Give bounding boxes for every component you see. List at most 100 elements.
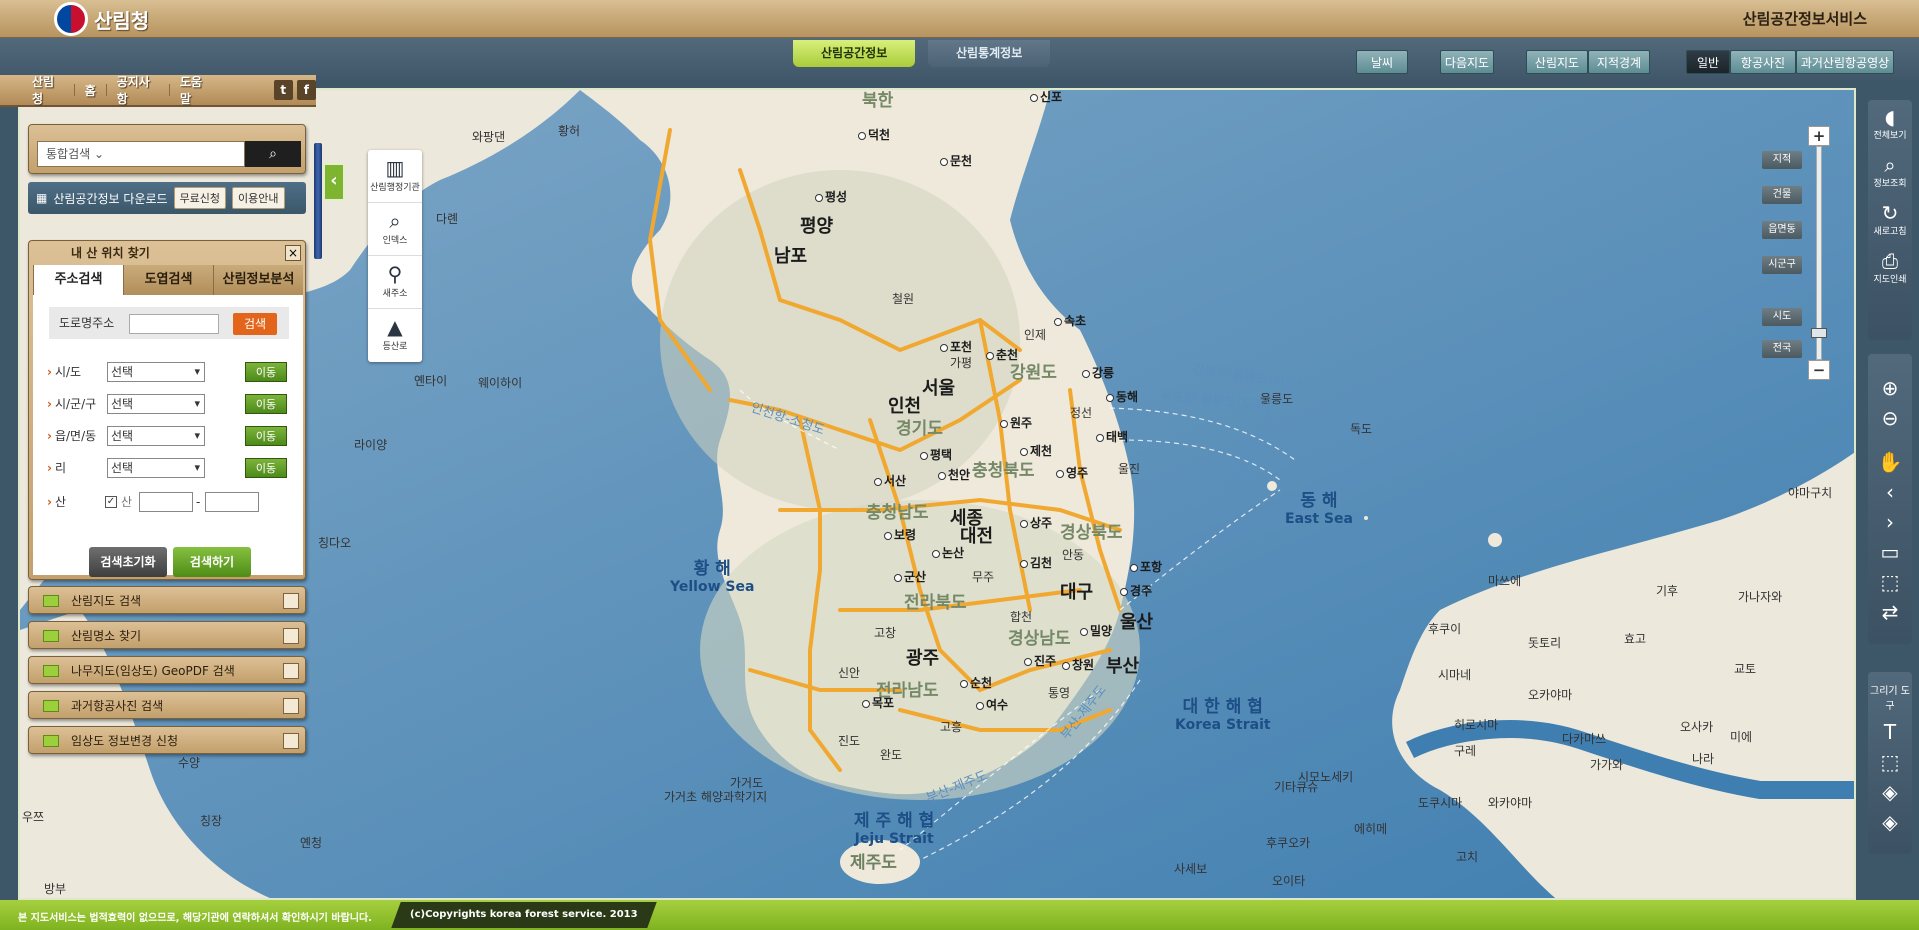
map-label-city: 진주 <box>1024 652 1056 669</box>
zoom-handle[interactable] <box>1811 328 1827 338</box>
measure-distance-button[interactable]: ▭ <box>1868 536 1912 566</box>
accordion-past-aerial[interactable]: 과거항공사진 검색 <box>28 691 306 719</box>
eupmyeondong-select[interactable]: 선택 <box>107 426 205 446</box>
zoom-out-button[interactable]: − <box>1808 360 1830 380</box>
close-icon[interactable]: × <box>285 245 301 261</box>
tab-forest-statistics[interactable]: 산림통계정보 <box>928 40 1051 67</box>
map-label-foreign: 옌타이 <box>414 374 448 388</box>
text-box-tool[interactable]: ⬚ <box>1868 746 1912 776</box>
menu-help[interactable]: 도움말 <box>174 73 218 107</box>
map-label-city: 신안 <box>838 666 861 680</box>
zoom-level-cadastral[interactable]: 지적 <box>1762 151 1802 169</box>
trail-tool[interactable]: ▲ 등산로 <box>368 309 422 362</box>
zoom-level-eupmyeondong[interactable]: 읍면동 <box>1762 221 1802 239</box>
accordion-change-request[interactable]: 임상도 정보변경 신청 <box>28 726 306 754</box>
road-address-input[interactable] <box>129 314 219 334</box>
menu-notice[interactable]: 공지사항 <box>111 73 165 107</box>
layer-edit-tool[interactable]: ◈ <box>1868 806 1912 836</box>
new-address-tool[interactable]: ⚲ 새주소 <box>368 256 422 309</box>
ri-select[interactable]: 선택 <box>107 458 205 478</box>
menu-forest-service[interactable]: 산림청 <box>26 73 70 107</box>
zoom-level-sido[interactable]: 시도 <box>1762 308 1802 326</box>
text-tool[interactable]: T <box>1868 716 1912 746</box>
normal-map-button[interactable]: 일반 <box>1686 50 1730 74</box>
expand-toggle[interactable] <box>283 593 299 609</box>
zoom-out-icon: ⊖ <box>1881 406 1899 430</box>
zoom-level-nation[interactable]: 전국 <box>1762 340 1802 358</box>
zoom-in-button[interactable]: + <box>1808 126 1830 146</box>
tab-forest-analysis[interactable]: 산림정보분석 <box>213 265 303 295</box>
sido-go-button[interactable]: 이동 <box>245 362 287 382</box>
full-view-button[interactable]: ◖ 전체보기 <box>1868 100 1912 148</box>
accordion-forest-map-search[interactable]: 산림지도 검색 <box>28 586 306 614</box>
san-checkbox[interactable]: ✓ <box>105 496 117 508</box>
tab-forest-spatial-info[interactable]: 산림공간정보 <box>793 40 916 67</box>
search-input[interactable]: 통합검색 ⌄ <box>37 141 245 167</box>
measure-area-button[interactable]: ⬚ <box>1868 566 1912 596</box>
zoom-level-building[interactable]: 건물 <box>1762 186 1802 204</box>
cadastral-button[interactable]: 지적경계 <box>1588 50 1650 74</box>
map-label-foreign: 와팡댄 <box>472 130 506 144</box>
sigungu-select[interactable]: 선택 <box>107 394 205 414</box>
expand-toggle[interactable] <box>283 663 299 679</box>
sido-select[interactable]: 선택 <box>107 362 205 382</box>
eupmyeondong-row: 읍/면/동 선택 이동 <box>47 425 297 447</box>
hand-icon: ✋ <box>1877 450 1903 474</box>
taegeuk-icon <box>54 2 88 36</box>
eupmyeondong-go-button[interactable]: 이동 <box>245 426 287 446</box>
print-map-button[interactable]: ⎙ 지도인쇄 <box>1868 244 1912 292</box>
tab-sheet-search[interactable]: 도엽검색 <box>123 265 213 295</box>
search-button[interactable]: ⌕ <box>245 141 301 167</box>
top-wood-menu: 산림청 홈 공지사항 도움말 t f <box>0 75 316 107</box>
reset-button[interactable]: 검색초기화 <box>89 547 167 577</box>
index-tool[interactable]: ⌕ 인덱스 <box>368 203 422 256</box>
info-query-button[interactable]: ⌕ 정보조회 <box>1868 148 1912 196</box>
next-view-button[interactable]: › <box>1868 506 1912 536</box>
usage-guide-button[interactable]: 이용안내 <box>232 187 285 209</box>
menu-home[interactable]: 홈 <box>79 82 102 99</box>
zoom-out-tool[interactable]: ⊖ <box>1868 402 1912 432</box>
tool-label: 등산로 <box>382 342 408 352</box>
map-label-foreign: 우쯔 <box>22 810 45 824</box>
forest-office-tool[interactable]: ▥ 산림행정기관 <box>368 150 422 203</box>
map-label-foreign: 히로시마 <box>1454 718 1499 732</box>
twitter-icon[interactable]: t <box>273 80 293 100</box>
expand-toggle[interactable] <box>283 628 299 644</box>
map-label-city: 부산 <box>1106 656 1140 677</box>
submit-search-button[interactable]: 검색하기 <box>173 547 251 577</box>
weather-button[interactable]: 날씨 <box>1356 50 1408 74</box>
san-main-number-input[interactable] <box>139 492 193 512</box>
zoom-level-sigungu[interactable]: 시군구 <box>1762 256 1802 274</box>
facebook-icon[interactable]: f <box>296 80 316 100</box>
past-aerial-button[interactable]: 과거산림항공영상 <box>1796 50 1894 74</box>
aerial-photo-button[interactable]: 항공사진 <box>1730 50 1796 74</box>
expand-toggle[interactable] <box>283 733 299 749</box>
tab-address-search[interactable]: 주소검색 <box>33 265 123 295</box>
map-label-foreign: 돗토리 <box>1528 636 1562 650</box>
right-toolbar-draw: 그리기 도구 T ⬚ ◈ ◈ <box>1868 672 1912 854</box>
accordion-geopdf-search[interactable]: 나무지도(임상도) GeoPDF 검색 <box>28 656 306 684</box>
expand-toggle[interactable] <box>283 698 299 714</box>
eupmyeondong-label: 읍/면/동 <box>47 425 96 447</box>
swap-button[interactable]: ⇄ <box>1868 596 1912 626</box>
refresh-button[interactable]: ↻ 새로고침 <box>1868 196 1912 244</box>
forest-service-logo[interactable]: 산림청 <box>54 2 149 36</box>
accordion-label: 임상도 정보변경 신청 <box>71 734 178 748</box>
info-search-icon: ⌕ <box>1884 153 1896 177</box>
sigungu-go-button[interactable]: 이동 <box>245 394 287 414</box>
zoom-in-tool[interactable]: ⊕ <box>1868 372 1912 402</box>
collapse-panel-button[interactable]: ‹ <box>323 163 345 201</box>
san-sub-number-input[interactable] <box>205 492 259 512</box>
map-label-city: 포천 <box>940 338 972 355</box>
pan-tool[interactable]: ✋ <box>1868 446 1912 476</box>
map-label-province: 충청남도 <box>866 503 929 523</box>
daum-map-button[interactable]: 다음지도 <box>1440 50 1494 74</box>
road-search-button[interactable]: 검색 <box>233 313 277 335</box>
forest-map-button[interactable]: 산림지도 <box>1526 50 1588 74</box>
layer-tool[interactable]: ◈ <box>1868 776 1912 806</box>
map-label-foreign: 야마구치 <box>1788 486 1833 500</box>
accordion-forest-spots[interactable]: 산림명소 찾기 <box>28 621 306 649</box>
previous-view-button[interactable]: ‹ <box>1868 476 1912 506</box>
free-apply-button[interactable]: 무료신청 <box>173 187 227 209</box>
ri-go-button[interactable]: 이동 <box>245 458 287 478</box>
